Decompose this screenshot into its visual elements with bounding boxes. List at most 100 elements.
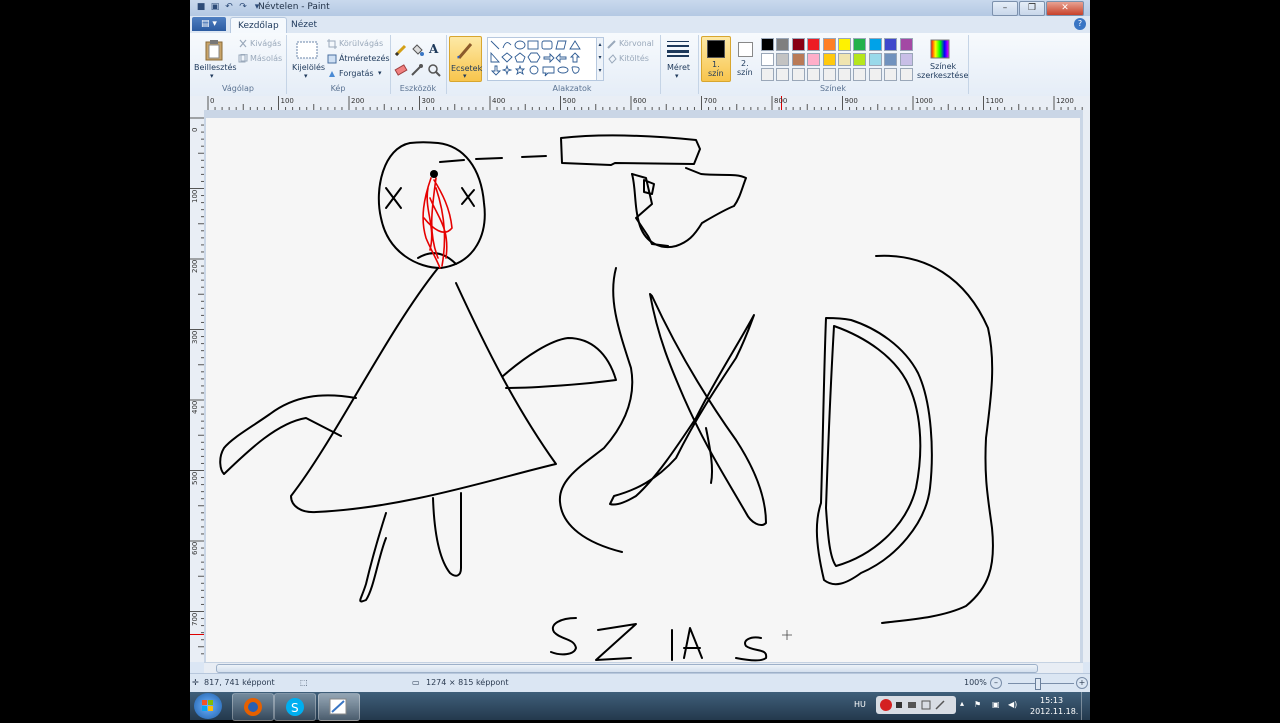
palette-color-swatch[interactable] — [791, 38, 805, 51]
horizontal-scroll-thumb[interactable] — [216, 664, 1038, 673]
palette-color-swatch[interactable] — [822, 38, 836, 51]
save-icon[interactable]: ▣ — [210, 2, 220, 13]
palette-color-swatch[interactable] — [838, 53, 851, 66]
palette-color-swatch[interactable] — [868, 53, 882, 66]
pencil-icon[interactable] — [394, 43, 408, 57]
palette-color-swatch[interactable] — [791, 68, 805, 81]
canvas-text-a — [683, 627, 703, 659]
rotate-dropdown-icon[interactable]: ▾ — [378, 69, 382, 77]
maximize-button[interactable]: ❐ — [1019, 1, 1045, 16]
paste-button[interactable]: Beillesztés — [194, 63, 237, 72]
paint-app-icon[interactable]: ■ — [196, 2, 206, 13]
palette-color-swatch[interactable] — [807, 68, 821, 81]
taskbar-skype[interactable]: S — [274, 693, 316, 721]
rotate-button[interactable]: Forgatás — [339, 69, 374, 78]
bullet-trajectory — [439, 155, 547, 163]
eraser-icon[interactable] — [394, 63, 408, 77]
fill-button[interactable]: Kitöltés — [619, 54, 649, 63]
ruler-label: 600 — [191, 541, 199, 555]
redo-icon[interactable]: ↷ — [238, 2, 248, 13]
cut-button[interactable]: Kivágás — [250, 39, 281, 48]
horizontal-scrollbar[interactable] — [204, 662, 1083, 673]
palette-color-swatch[interactable] — [807, 38, 821, 51]
file-menu-button[interactable]: ▤ ▾ — [192, 17, 226, 31]
resize-button[interactable]: Átméretezés — [339, 54, 390, 63]
vertical-scrollbar[interactable] — [1083, 110, 1090, 662]
taskbar-firefox[interactable] — [232, 693, 274, 721]
color1-button[interactable]: 1. szín — [701, 36, 731, 82]
shapes-group-label: Alakzatok — [552, 84, 592, 93]
palette-color-swatch[interactable] — [776, 38, 790, 51]
recorder-toolbar[interactable] — [876, 696, 956, 714]
ruler-label: 600 — [633, 97, 647, 105]
show-desktop-button[interactable] — [1081, 692, 1090, 720]
palette-color-swatch[interactable] — [853, 53, 867, 66]
tray-arrow-icon[interactable]: ▴ — [960, 699, 964, 708]
clock-date[interactable]: 2012.11.18. — [1030, 707, 1078, 716]
action-center-icon[interactable]: ⚑ — [974, 700, 981, 709]
tab-view[interactable]: Nézet — [284, 17, 324, 33]
palette-color-swatch[interactable] — [853, 68, 867, 81]
close-button[interactable]: ✕ — [1046, 1, 1084, 16]
clock-time[interactable]: 15:13 — [1040, 696, 1063, 705]
palette-color-swatch[interactable] — [761, 68, 774, 81]
palette-color-swatch[interactable] — [884, 68, 898, 81]
color2-button[interactable]: 2. szín — [732, 36, 758, 80]
palette-color-swatch[interactable] — [761, 53, 774, 66]
language-indicator[interactable]: HU — [854, 700, 866, 709]
select-dropdown-icon[interactable]: ▾ — [304, 72, 308, 80]
palette-color-swatch[interactable] — [884, 53, 898, 66]
undo-icon[interactable]: ↶ — [224, 2, 234, 13]
copy-button[interactable]: Másolás — [250, 54, 282, 63]
shapes-gallery-scroll[interactable]: ▴ ▾ ▾ — [596, 37, 604, 81]
tab-home[interactable]: Kezdőlap — [230, 17, 287, 34]
palette-color-swatch[interactable] — [791, 53, 805, 66]
ruler-label: 1100 — [985, 97, 1004, 105]
text-tool-icon[interactable]: A — [429, 42, 438, 56]
ruler-label: 100 — [191, 189, 199, 203]
palette-color-swatch[interactable] — [899, 38, 913, 51]
palette-color-swatch[interactable] — [838, 38, 851, 51]
crop-button[interactable]: Körülvágás — [339, 39, 383, 48]
minimize-button[interactable]: – — [992, 1, 1018, 16]
palette-color-swatch[interactable] — [884, 38, 898, 51]
zoom-in-button[interactable]: + — [1076, 677, 1088, 689]
select-icon[interactable] — [296, 41, 318, 59]
brushes-button[interactable]: Ecsetek ▾ — [449, 36, 482, 82]
palette-color-swatch[interactable] — [776, 53, 790, 66]
size-icon[interactable] — [667, 39, 689, 57]
palette-color-swatch[interactable] — [868, 68, 882, 81]
palette-color-swatch[interactable] — [776, 68, 790, 81]
palette-color-swatch[interactable] — [807, 53, 821, 66]
fill-icon[interactable] — [410, 43, 424, 57]
paste-dropdown-icon[interactable]: ▾ — [210, 72, 214, 80]
palette-color-swatch[interactable] — [899, 68, 913, 81]
palette-color-swatch[interactable] — [761, 38, 774, 51]
palette-color-swatch[interactable] — [899, 53, 913, 66]
help-icon[interactable]: ? — [1074, 18, 1086, 30]
size-button[interactable]: Méret — [667, 63, 690, 72]
palette-color-swatch[interactable] — [853, 38, 867, 51]
palette-color-swatch[interactable] — [822, 68, 836, 81]
ruler-label: 1200 — [1056, 97, 1074, 105]
zoom-slider-thumb[interactable] — [1035, 678, 1041, 690]
zoom-out-button[interactable]: – — [990, 677, 1002, 689]
taskbar-paint[interactable] — [318, 693, 360, 721]
network-icon[interactable]: ▣ — [992, 700, 1000, 709]
select-button[interactable]: Kijelölés — [292, 63, 325, 72]
volume-icon[interactable]: ◀) — [1008, 700, 1017, 709]
paste-icon[interactable] — [204, 39, 224, 61]
palette-color-swatch[interactable] — [838, 68, 851, 81]
edit-colors-label-1[interactable]: Színek — [930, 62, 956, 71]
start-button[interactable] — [194, 693, 222, 719]
drawing-canvas[interactable] — [206, 118, 1080, 662]
color-picker-icon[interactable] — [410, 63, 424, 77]
outline-button[interactable]: Körvonal — [619, 39, 654, 48]
palette-color-swatch[interactable] — [822, 53, 836, 66]
shapes-gallery[interactable] — [487, 37, 597, 81]
magnifier-icon[interactable] — [427, 63, 441, 77]
size-dropdown-icon[interactable]: ▾ — [675, 72, 679, 80]
edit-colors-label-2[interactable]: szerkesztése — [917, 71, 968, 80]
palette-color-swatch[interactable] — [868, 38, 882, 51]
zoom-slider[interactable] — [1008, 683, 1074, 684]
